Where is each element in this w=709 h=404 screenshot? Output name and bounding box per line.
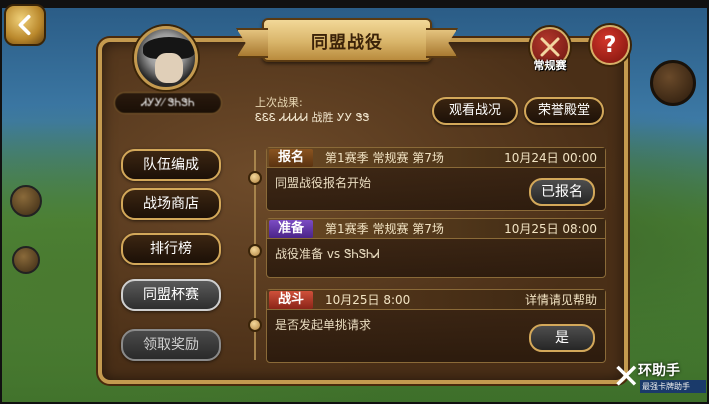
event-body: 战役准备 vs ᏕᏂᏕᏂᏗ xyxy=(275,247,380,261)
back-button[interactable] xyxy=(4,4,46,46)
watermark-subtitle: 最强卡牌助手 xyxy=(640,380,706,393)
last-result-label: 上次战果: xyxy=(255,96,303,109)
timeline-dot xyxy=(248,171,262,185)
page-title: 同盟战役 xyxy=(311,32,383,53)
timeline-dot xyxy=(248,244,262,258)
menu-alliance-cup[interactable]: 同盟杯赛 xyxy=(121,279,221,311)
title-banner: 同盟战役 xyxy=(262,18,432,62)
event-header: 报名 第1赛季 常规赛 第7场 10月24日 00:00 xyxy=(267,148,605,168)
watch-battle-button[interactable]: 观看战况 xyxy=(432,97,518,125)
event-info: 第1赛季 常规赛 第7场 xyxy=(325,151,444,165)
event-info: 第1赛季 常规赛 第7场 xyxy=(325,222,444,236)
event-time: 10月24日 00:00 xyxy=(504,151,597,165)
top-bar xyxy=(2,2,707,8)
menu-team-formation[interactable]: 队伍编成 xyxy=(121,149,221,181)
watermark-logo: ✕ 环助手 最强卡牌助手 xyxy=(612,358,708,398)
menu-claim-rewards[interactable]: 领取奖励 xyxy=(121,329,221,361)
event-info: 10月25日 8:00 xyxy=(325,293,411,307)
avatar[interactable] xyxy=(134,26,198,90)
crossed-swords-icon xyxy=(540,37,560,57)
event-tag: 战斗 xyxy=(269,291,313,309)
watermark-title: 环助手 xyxy=(638,363,680,379)
chat-icon[interactable] xyxy=(10,185,42,217)
menu-leaderboard[interactable]: 排行榜 xyxy=(121,233,221,265)
menu-battle-shop[interactable]: 战场商店 xyxy=(121,188,221,220)
event-header: 准备 第1赛季 常规赛 第7场 10月25日 08:00 xyxy=(267,219,605,239)
event-card-fight: 战斗 10月25日 8:00 详情请见帮助 是否发起单挑请求 是 xyxy=(266,289,606,363)
player-name: ᏗᎩᎩ⁄ ᏕᏂᏕᏂ xyxy=(114,92,222,114)
last-result-text: ᏋᏋᏋ ᏗᏗᏗᏗᏗ 战胜 ᎩᎩ ᏕᏕ xyxy=(255,111,370,124)
avatar-face xyxy=(155,53,183,83)
timeline-dot xyxy=(248,318,262,332)
event-tag: 准备 xyxy=(269,220,313,238)
regular-season-label: 常规赛 xyxy=(533,59,567,72)
event-time: 10月25日 08:00 xyxy=(504,222,597,236)
help-button[interactable]: ? xyxy=(590,25,630,65)
question-icon: ? xyxy=(603,32,617,58)
signed-up-button[interactable]: 已报名 xyxy=(529,178,595,206)
event-card-signup: 报名 第1赛季 常规赛 第7场 10月24日 00:00 同盟战役报名开始 已报… xyxy=(266,147,606,211)
chevron-left-icon xyxy=(18,14,31,36)
event-card-prepare: 准备 第1赛季 常规赛 第7场 10月25日 08:00 战役准备 vs ᏕᏂᏕ… xyxy=(266,218,606,278)
help-details-link[interactable]: 详情请见帮助 xyxy=(525,290,597,310)
arrow-up-icon[interactable] xyxy=(12,246,40,274)
confirm-duel-button[interactable]: 是 xyxy=(529,324,595,352)
event-header: 战斗 10月25日 8:00 详情请见帮助 xyxy=(267,290,605,310)
compass-icon[interactable] xyxy=(650,60,696,106)
hall-of-fame-button[interactable]: 荣誉殿堂 xyxy=(524,97,604,125)
event-tag: 报名 xyxy=(269,149,313,167)
